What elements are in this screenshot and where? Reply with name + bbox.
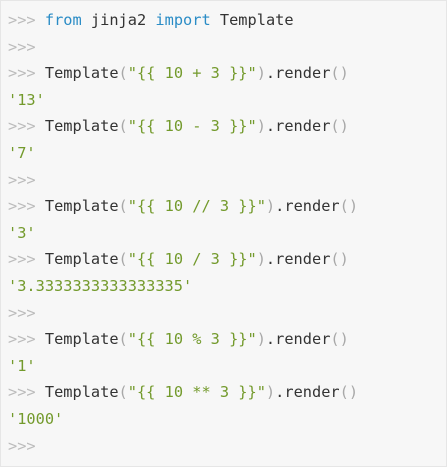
open-paren: (: [118, 383, 128, 402]
prompt-marker: >>>: [8, 303, 36, 322]
call-parens: (): [330, 117, 349, 136]
input-line: >>> Template("{{ 10 // 3 }}").render(): [8, 193, 440, 220]
close-paren: ): [256, 64, 266, 83]
method-name: render: [275, 250, 331, 269]
template-string: "{{ 10 - 3 }}": [127, 117, 257, 136]
prompt-marker: >>>: [8, 117, 36, 136]
close-paren: ): [256, 250, 266, 269]
close-paren: ): [265, 383, 276, 402]
dot: .: [265, 117, 276, 136]
prompt-marker: >>>: [8, 197, 36, 216]
method-name: render: [275, 117, 331, 136]
dot: .: [275, 383, 285, 402]
output-value: '13': [8, 90, 45, 109]
call-parens: (): [330, 64, 349, 83]
call-parens: (): [339, 383, 359, 402]
call-parens: (): [330, 250, 349, 269]
output-value: '1000': [8, 409, 64, 428]
function-name: Template: [44, 383, 119, 402]
module-name: jinja2: [90, 11, 147, 29]
template-string: "{{ 10 % 3 }}": [127, 330, 257, 349]
close-paren: ): [265, 197, 276, 216]
dot: .: [265, 250, 276, 269]
open-paren: (: [118, 197, 128, 216]
function-name: Template: [44, 197, 119, 216]
output-value: '1': [8, 356, 36, 375]
method-name: render: [275, 64, 331, 83]
output-line: '1': [8, 353, 440, 380]
call-parens: (): [330, 330, 349, 349]
prompt-marker: >>>: [8, 250, 36, 269]
template-string: "{{ 10 ** 3 }}": [127, 383, 266, 402]
prompt-marker: >>>: [8, 11, 36, 29]
open-paren: (: [118, 250, 128, 269]
dot: .: [265, 330, 276, 349]
method-name: render: [284, 197, 340, 216]
close-paren: ): [256, 117, 266, 136]
output-line: '3': [8, 220, 440, 247]
prompt-marker: >>>: [8, 436, 36, 455]
prompt-marker: >>>: [8, 383, 36, 402]
prompt-marker: >>>: [8, 64, 36, 83]
method-name: render: [275, 330, 331, 349]
template-string: "{{ 10 // 3 }}": [127, 197, 266, 216]
input-line: >>> Template("{{ 10 % 3 }}").render(): [8, 326, 440, 353]
function-name: Template: [44, 330, 119, 349]
output-line: '13': [8, 87, 440, 114]
input-line: >>> Template("{{ 10 - 3 }}").render(): [8, 113, 440, 140]
input-line: >>> Template("{{ 10 / 3 }}").render(): [8, 246, 440, 273]
open-paren: (: [118, 64, 128, 83]
open-paren: (: [118, 330, 128, 349]
prompt-marker: >>>: [8, 330, 36, 349]
function-name: Template: [44, 250, 119, 269]
prompt-marker: >>>: [8, 37, 36, 56]
empty-prompt-line: >>>: [8, 433, 440, 460]
keyword-from: from: [44, 11, 82, 29]
output-line: '3.3333333333333335': [8, 273, 440, 300]
output-value: '3.3333333333333335': [8, 276, 193, 295]
open-paren: (: [118, 117, 128, 136]
dot: .: [275, 197, 285, 216]
input-line: >>> from jinja2 import Template: [8, 7, 440, 34]
output-line: '1000': [8, 406, 440, 433]
keyword-import: import: [155, 11, 211, 29]
output-value: '7': [8, 143, 36, 162]
input-line: >>> Template("{{ 10 + 3 }}").render(): [8, 60, 440, 87]
close-paren: ): [256, 330, 266, 349]
function-name: Template: [44, 64, 119, 83]
python-console: >>> from jinja2 import Template >>> >>> Te…: [0, 0, 447, 467]
template-string: "{{ 10 / 3 }}": [127, 250, 257, 269]
prompt-marker: >>>: [8, 170, 36, 189]
imported-name: Template: [219, 11, 294, 29]
dot: .: [265, 64, 276, 83]
method-name: render: [284, 383, 340, 402]
output-line: '7': [8, 140, 440, 167]
empty-prompt-line: >>>: [8, 34, 440, 61]
template-string: "{{ 10 + 3 }}": [127, 64, 257, 83]
call-parens: (): [339, 197, 359, 216]
output-value: '3': [8, 223, 36, 242]
empty-prompt-line: >>>: [8, 167, 440, 194]
function-name: Template: [44, 117, 119, 136]
empty-prompt-line: >>>: [8, 300, 440, 327]
input-line: >>> Template("{{ 10 ** 3 }}").render(): [8, 379, 440, 406]
